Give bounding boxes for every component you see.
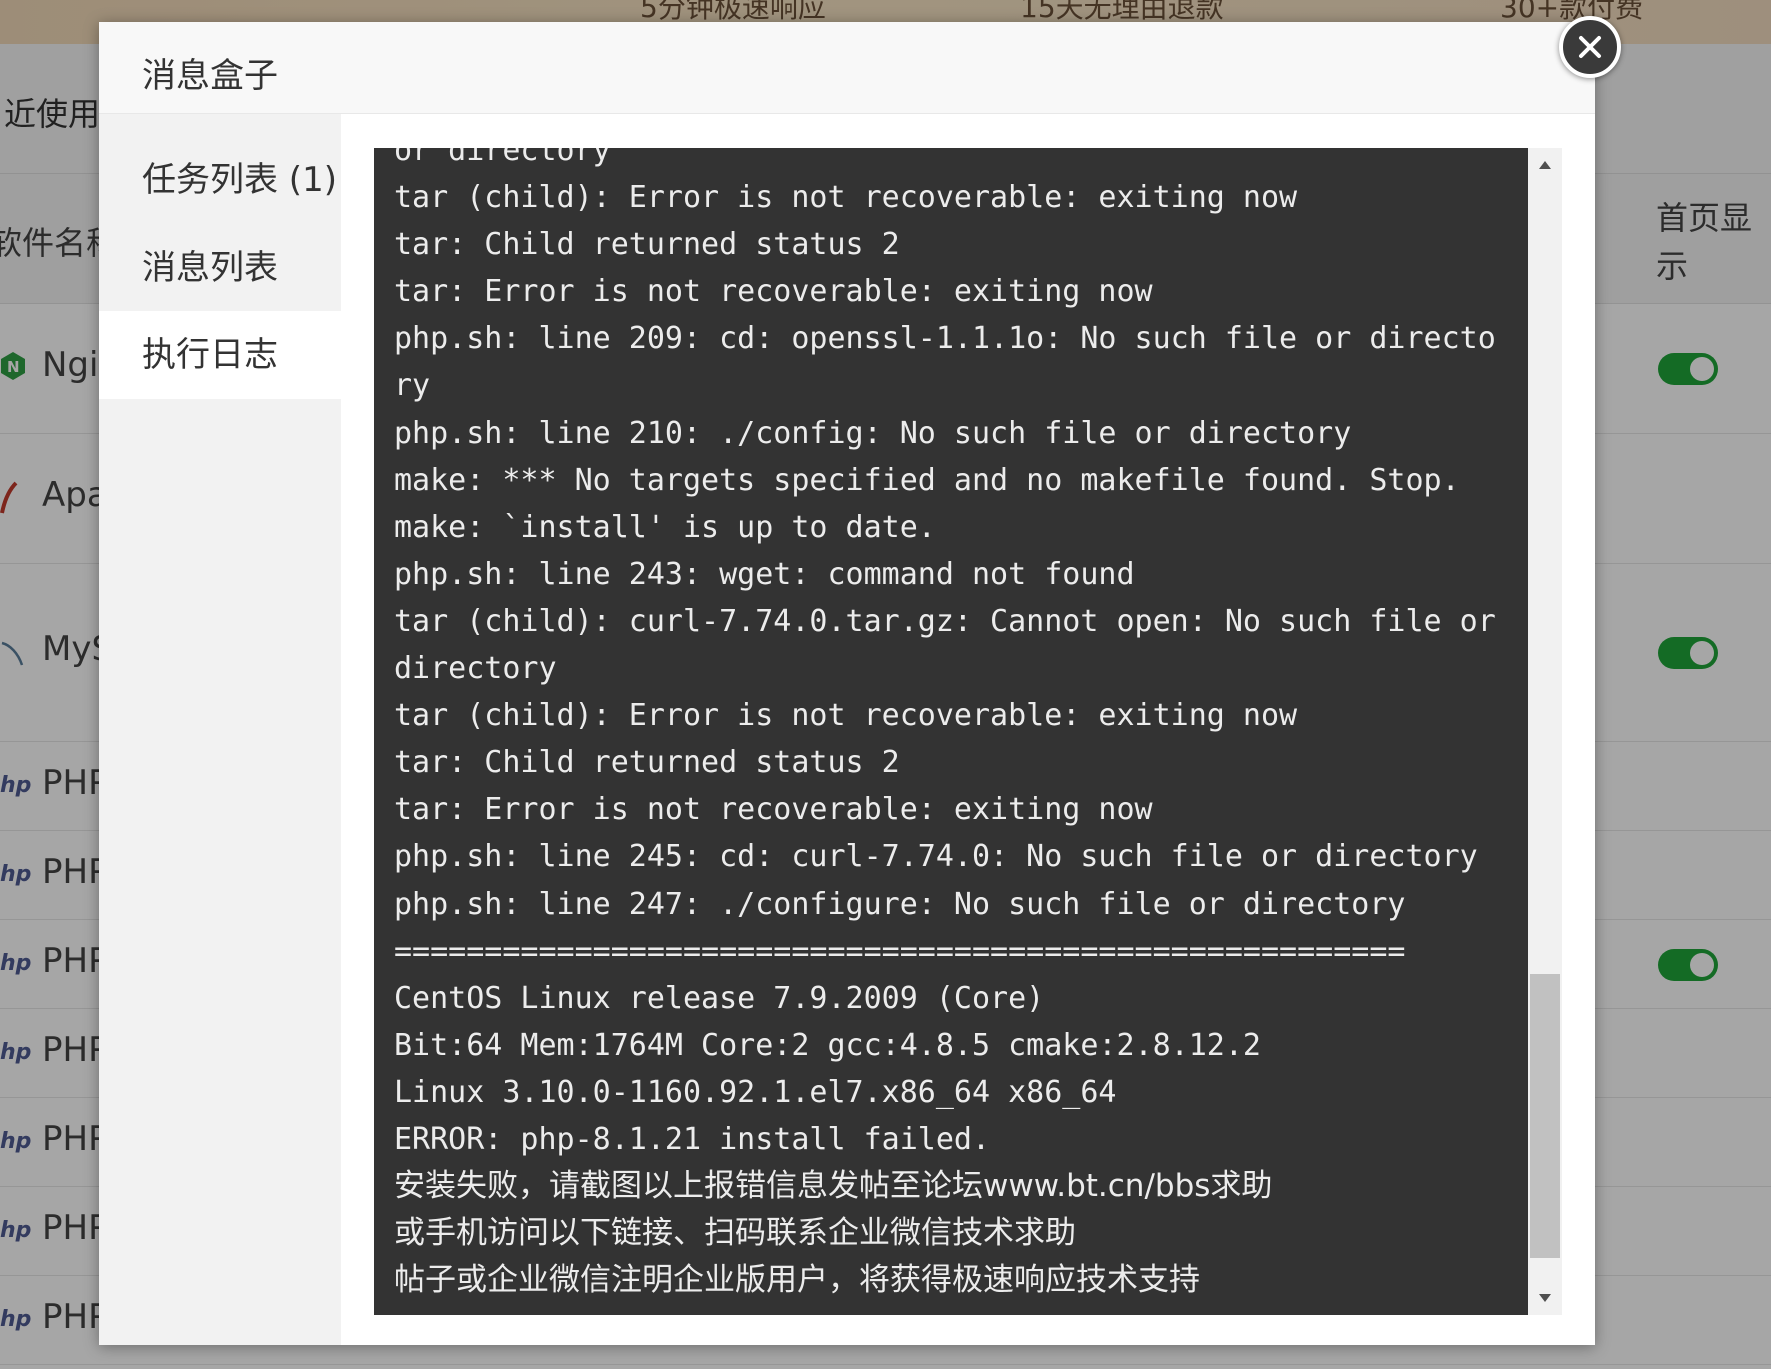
- log-line: tar: Child returned status 2: [394, 227, 900, 263]
- log-line: CentOS Linux release 7.9.2009 (Core): [394, 980, 1045, 1016]
- modal-title: 消息盒子: [142, 56, 278, 96]
- scroll-up-button[interactable]: [1528, 148, 1562, 182]
- tab-task-list[interactable]: 任务列表 (1): [99, 136, 341, 224]
- log-line: 安装失败，请截图以上报错信息发帖至论坛www.bt.cn/bbs求助: [394, 1168, 1273, 1205]
- log-line: php.sh: line 243: wget: command not foun…: [394, 556, 1135, 592]
- log-line: php.sh: line 209: cd: openssl-1.1.1o: No…: [394, 321, 1496, 357]
- log-line: or directory: [394, 148, 611, 168]
- scroll-thumb[interactable]: [1530, 974, 1560, 1258]
- log-scrollbar[interactable]: [1528, 148, 1562, 1315]
- modal-header: 消息盒子: [99, 22, 1595, 114]
- log-line: ========================================…: [394, 933, 1406, 969]
- triangle-down-icon: [1539, 1294, 1551, 1302]
- log-line: 帖子或企业微信注明企业版用户，将获得极速响应技术支持: [394, 1262, 1200, 1299]
- log-terminal[interactable]: or directory tar (child): Error is not re…: [374, 148, 1528, 1315]
- log-line: php.sh: line 245: cd: curl-7.74.0: No su…: [394, 839, 1478, 875]
- tab-message-list[interactable]: 消息列表: [99, 224, 341, 312]
- log-line: php.sh: line 210: ./config: No such file…: [394, 415, 1352, 451]
- scroll-down-button[interactable]: [1528, 1281, 1562, 1315]
- log-line: make: *** No targets specified and no ma…: [394, 462, 1460, 498]
- triangle-up-icon: [1539, 161, 1551, 169]
- log-content: or directory tar (child): Error is not re…: [394, 148, 1519, 1304]
- log-line: ry: [394, 368, 431, 404]
- message-box-modal: 消息盒子 任务列表 (1) 消息列表 执行日志 or directory tar …: [99, 16, 1621, 1345]
- close-button[interactable]: [1559, 16, 1621, 78]
- log-panel: or directory tar (child): Error is not re…: [374, 148, 1562, 1315]
- log-line: 或手机访问以下链接、扫码联系企业微信技术求助: [394, 1215, 1076, 1252]
- log-line: make: `install' is up to date.: [394, 509, 936, 545]
- log-line: php.sh: line 247: ./configure: No such f…: [394, 886, 1406, 922]
- log-line: tar (child): Error is not recoverable: e…: [394, 180, 1298, 216]
- modal-sidebar: 任务列表 (1) 消息列表 执行日志: [99, 114, 341, 1345]
- tab-execution-log[interactable]: 执行日志: [99, 311, 341, 399]
- log-line: Bit:64 Mem:1764M Core:2 gcc:4.8.5 cmake:…: [394, 1027, 1261, 1063]
- log-line: tar: Error is not recoverable: exiting n…: [394, 792, 1153, 828]
- log-line: tar: Error is not recoverable: exiting n…: [394, 274, 1153, 310]
- log-line: ERROR: php-8.1.21 install failed.: [394, 1121, 991, 1157]
- close-icon: [1579, 36, 1601, 58]
- log-line: tar (child): curl-7.74.0.tar.gz: Cannot …: [394, 603, 1496, 639]
- log-line: tar: Child returned status 2: [394, 745, 900, 781]
- log-line: directory: [394, 651, 557, 687]
- log-line: Linux 3.10.0-1160.92.1.el7.x86_64 x86_64: [394, 1074, 1117, 1110]
- log-line: tar (child): Error is not recoverable: e…: [394, 698, 1298, 734]
